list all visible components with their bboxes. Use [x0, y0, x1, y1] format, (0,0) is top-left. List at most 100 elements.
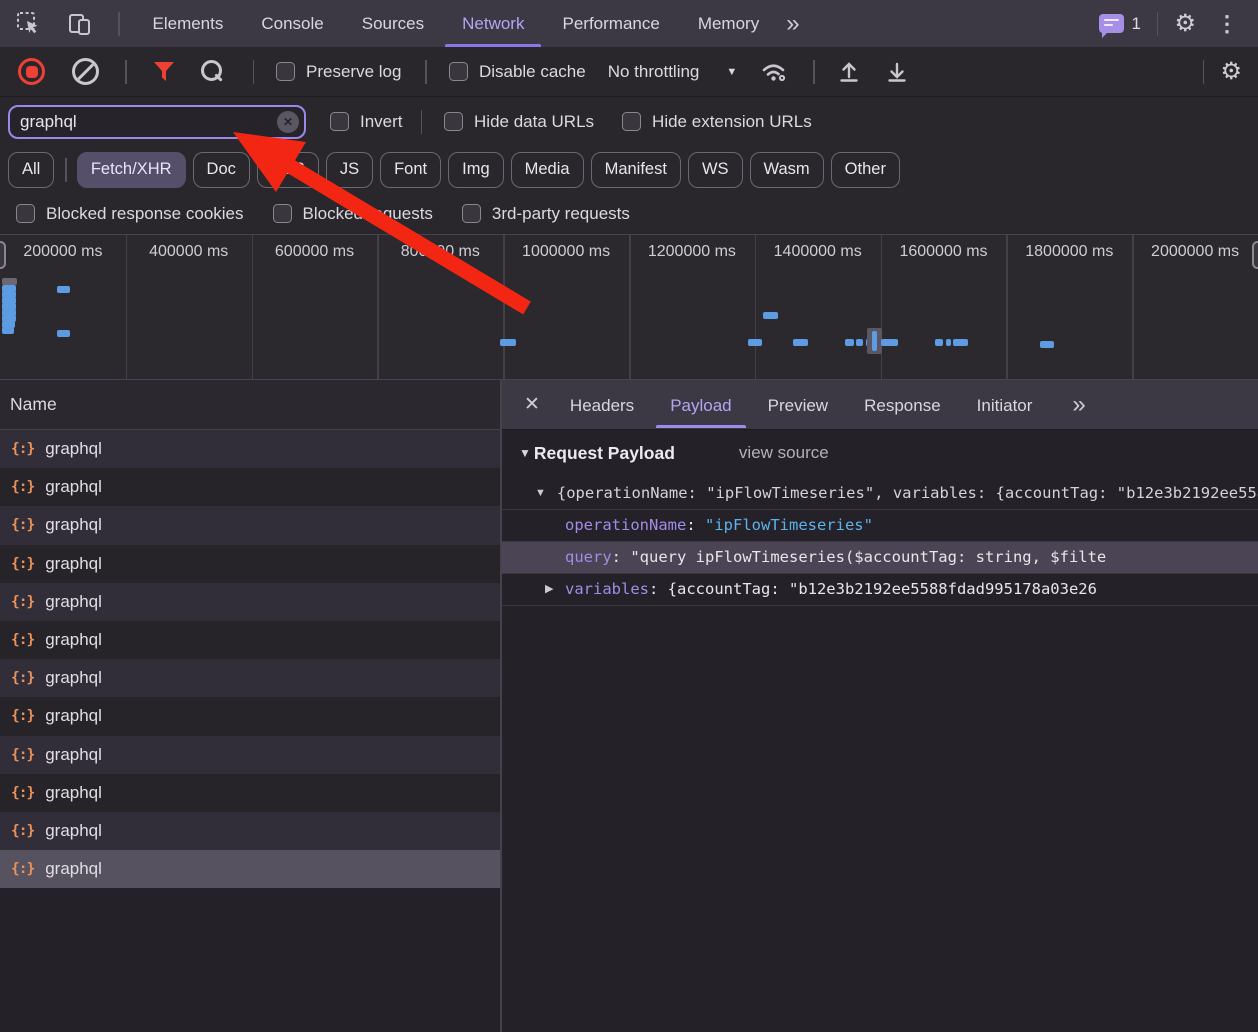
request-row[interactable]: {:}graphql: [0, 774, 500, 812]
detail-tab-payload[interactable]: Payload: [652, 381, 749, 428]
collapse-arrow-icon[interactable]: ▼: [519, 446, 531, 460]
filter-funnel-icon[interactable]: [152, 61, 176, 83]
request-name: graphql: [45, 554, 102, 574]
request-row[interactable]: {:}graphql: [0, 468, 500, 506]
third-party-requests-group: 3rd-party requests: [462, 204, 630, 224]
disable-cache-checkbox[interactable]: [449, 62, 468, 81]
filter-input[interactable]: [8, 105, 306, 139]
preserve-log-checkbox[interactable]: [276, 62, 295, 81]
request-name: graphql: [45, 859, 102, 879]
network-settings-gear-icon[interactable]: ⚙: [1220, 60, 1242, 84]
chip-media[interactable]: Media: [511, 152, 584, 188]
detail-tab-response[interactable]: Response: [846, 381, 959, 428]
json-braces-icon: {:}: [11, 517, 34, 533]
tab-performance[interactable]: Performance: [543, 0, 678, 47]
hide-data-urls-checkbox[interactable]: [444, 112, 463, 131]
detail-tab-headers[interactable]: Headers: [552, 381, 652, 428]
timeline-gridline: [755, 235, 757, 379]
tab-elements[interactable]: Elements: [134, 0, 243, 47]
request-row[interactable]: {:}graphql: [0, 659, 500, 697]
request-row[interactable]: {:}graphql: [0, 812, 500, 850]
blocked-requests-checkbox[interactable]: [273, 204, 292, 223]
timeline-tick-label: 400000 ms: [126, 243, 252, 261]
request-row[interactable]: {:} graphql: [0, 697, 500, 735]
divider: [125, 60, 127, 84]
payload-row-query[interactable]: query: "query ipFlowTimeseries($accountT…: [502, 541, 1258, 573]
search-icon[interactable]: [200, 58, 227, 85]
overview-right-grip[interactable]: [1252, 241, 1258, 269]
view-source-link[interactable]: view source: [739, 443, 829, 463]
timeline-gridline: [377, 235, 379, 379]
network-conditions-icon[interactable]: [761, 60, 789, 84]
kebab-menu-icon[interactable]: ⋮: [1212, 13, 1242, 35]
name-column-header[interactable]: Name: [0, 380, 500, 430]
chip-wasm[interactable]: Wasm: [750, 152, 824, 188]
chip-js[interactable]: JS: [326, 152, 373, 188]
invert-checkbox[interactable]: [330, 112, 349, 131]
overview-left-grip[interactable]: [0, 241, 6, 269]
settings-gear-icon[interactable]: ⚙: [1174, 12, 1196, 36]
chip-other[interactable]: Other: [831, 152, 900, 188]
throttling-select[interactable]: No throttling ▼: [608, 62, 738, 82]
overview-timeline[interactable]: 200000 ms400000 ms600000 ms800000 ms1000…: [0, 234, 1258, 380]
chip-fetchxhr[interactable]: Fetch/XHR: [77, 152, 186, 188]
json-braces-icon: {:}: [11, 708, 34, 724]
payload-row-variables[interactable]: ▶variables: {accountTag: "b12e3b2192ee55…: [502, 573, 1258, 605]
chip-manifest[interactable]: Manifest: [591, 152, 681, 188]
expand-arrow-icon[interactable]: ▶: [545, 574, 553, 605]
chip-all[interactable]: All: [8, 152, 54, 188]
request-row[interactable]: {:}graphql: [0, 850, 500, 888]
chip-doc[interactable]: Doc: [193, 152, 250, 188]
advanced-filter-row: Blocked response cookies Blocked request…: [0, 193, 1258, 234]
third-party-requests-checkbox[interactable]: [462, 204, 481, 223]
disable-cache-group: Disable cache: [449, 62, 586, 82]
detail-more-tabs-icon[interactable]: »: [1064, 380, 1091, 430]
preserve-log-group: Preserve log: [276, 62, 401, 82]
tab-memory[interactable]: Memory: [679, 0, 778, 47]
payload-row-operationName[interactable]: operationName: "ipFlowTimeseries": [502, 509, 1258, 541]
network-activity-bar: [748, 339, 762, 346]
detail-tab-strip: HeadersPayloadPreviewResponseInitiator: [552, 381, 1050, 428]
timeline-tick-label: 1600000 ms: [881, 243, 1007, 261]
chip-img[interactable]: Img: [448, 152, 504, 188]
inspect-element-icon[interactable]: [16, 11, 41, 36]
tab-console[interactable]: Console: [242, 0, 342, 47]
close-detail-icon[interactable]: ✕: [502, 393, 540, 416]
request-row[interactable]: {:}graphql: [0, 506, 500, 544]
request-row[interactable]: {:}graphql: [0, 430, 500, 468]
timeline-tick-label: 1200000 ms: [629, 243, 755, 261]
request-name: graphql: [45, 706, 102, 726]
import-har-icon[interactable]: [837, 60, 861, 84]
request-row[interactable]: {:}graphql: [0, 545, 500, 583]
device-toolbar-icon[interactable]: [67, 12, 92, 36]
network-activity-bar: [946, 339, 951, 346]
payload-key: variables: [565, 580, 649, 598]
chip-css[interactable]: CSS: [257, 152, 319, 188]
export-har-icon[interactable]: [885, 60, 909, 84]
request-row[interactable]: {:}graphql: [0, 621, 500, 659]
collapse-arrow-icon[interactable]: ▼: [535, 487, 546, 499]
tab-network[interactable]: Network: [443, 0, 543, 47]
tab-sources[interactable]: Sources: [343, 0, 443, 47]
more-tabs-icon[interactable]: »: [778, 0, 805, 47]
network-activity-bar: [2, 278, 17, 285]
network-activity-bar: [500, 339, 516, 346]
json-braces-icon: {:}: [11, 670, 34, 686]
request-name: graphql: [45, 439, 102, 459]
clear-filter-icon[interactable]: ✕: [277, 111, 299, 133]
blocked-requests-label: Blocked requests: [303, 204, 433, 224]
detail-tab-initiator[interactable]: Initiator: [959, 381, 1051, 428]
clear-network-log-icon[interactable]: [72, 58, 99, 85]
hide-extension-urls-checkbox[interactable]: [622, 112, 641, 131]
chip-ws[interactable]: WS: [688, 152, 743, 188]
record-button[interactable]: [18, 58, 45, 85]
request-row[interactable]: {:}graphql: [0, 736, 500, 774]
chip-font[interactable]: Font: [380, 152, 441, 188]
detail-tab-preview[interactable]: Preview: [750, 381, 846, 428]
blocked-response-cookies-checkbox[interactable]: [16, 204, 35, 223]
request-row[interactable]: {:}graphql: [0, 583, 500, 621]
issues-message-icon[interactable]: [1099, 14, 1124, 33]
payload-rows: operationName: "ipFlowTimeseries"query: …: [502, 509, 1258, 605]
payload-colon: :: [649, 580, 668, 598]
payload-preview-line[interactable]: ▼ {operationName: "ipFlowTimeseries", va…: [502, 476, 1258, 509]
